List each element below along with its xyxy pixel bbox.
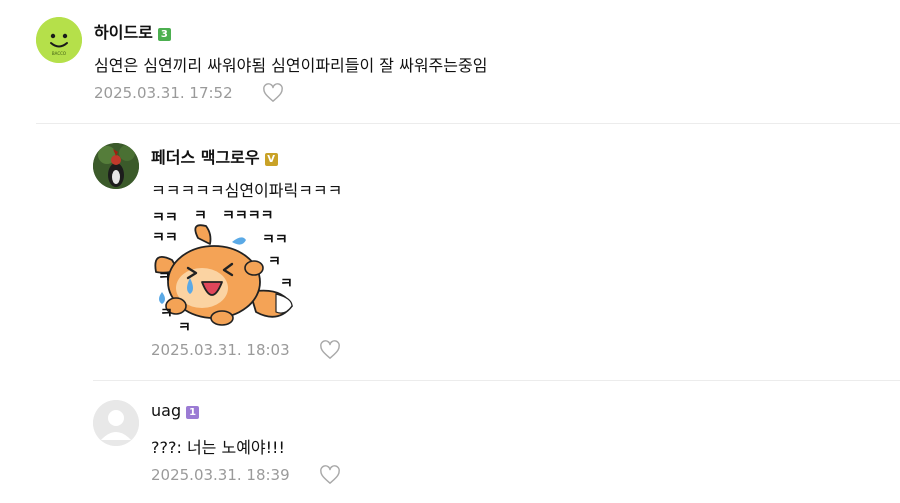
smiley-avatar-icon: BACCO: [36, 17, 82, 63]
sticker-text: ㅋ: [280, 276, 293, 292]
sticker-text: ㅋㅋ: [152, 230, 178, 246]
author-name: 페더스 맥그로우: [151, 148, 260, 167]
author-name: uag: [151, 401, 182, 420]
avatar-logo-text: BACCO: [52, 51, 66, 56]
laughing-fox-sticker[interactable]: ㅋㅋ ㅋ ㅋㅋㅋㅋ ㅋㅋ ㅋㅋ ㅋ ㅋ ㅋ ㅋ ㅋ: [150, 208, 300, 333]
avatar[interactable]: [93, 400, 139, 446]
comment-author[interactable]: 페더스 맥그로우 V: [151, 144, 278, 168]
comment-timestamp: 2025.03.31. 17:52: [94, 84, 233, 102]
comment-author[interactable]: uag 1: [151, 401, 200, 420]
verified-badge: V: [264, 153, 278, 166]
avatar[interactable]: BACCO: [36, 17, 82, 63]
sticker-text: ㅋㅋ: [262, 232, 288, 248]
comment-text: 심연은 심연끼리 싸워야됨 심연이파리들이 잘 싸워주는중임: [94, 56, 488, 75]
comment-timestamp: 2025.03.31. 18:03: [151, 341, 290, 359]
sticker-text: ㅋㅋ: [152, 210, 178, 226]
sticker-text: ㅋ: [158, 270, 171, 286]
sticker-text: ㅋㅋㅋㅋ: [222, 208, 274, 224]
comment-timestamp: 2025.03.31. 18:39: [151, 466, 290, 484]
sticker-text: ㅋ: [178, 320, 191, 333]
heart-icon[interactable]: [319, 465, 341, 485]
comment-item: 페더스 맥그로우 V ㅋㅋㅋㅋㅋ심연이파릭ㅋㅋㅋ ㅋㅋ ㅋ ㅋㅋㅋㅋ ㅋㅋ ㅋㅋ…: [0, 124, 900, 379]
sticker-text: ㅋ: [268, 254, 281, 270]
sticker-text: ㅋ: [194, 208, 207, 224]
heart-icon[interactable]: [262, 83, 284, 103]
comment-text: ???: 너는 노예야!!!: [151, 438, 285, 457]
profile-photo-icon: [93, 143, 139, 189]
heart-icon[interactable]: [319, 340, 341, 360]
level-badge: 1: [186, 406, 200, 419]
author-name: 하이드로: [94, 23, 153, 42]
sticker-text: ㅋ: [160, 306, 173, 322]
default-user-icon: [93, 400, 139, 446]
avatar[interactable]: [93, 143, 139, 189]
comment-item: uag 1 ???: 너는 노예야!!! 2025.03.31. 18:39: [0, 381, 900, 503]
comment-text: ㅋㅋㅋㅋㅋ심연이파릭ㅋㅋㅋ: [151, 181, 343, 200]
comment-item: BACCO 하이드로 3 심연은 심연끼리 싸워야됨 심연이파리들이 잘 싸워주는…: [0, 0, 900, 120]
comment-author[interactable]: 하이드로 3: [94, 19, 171, 43]
level-badge: 3: [157, 28, 171, 41]
